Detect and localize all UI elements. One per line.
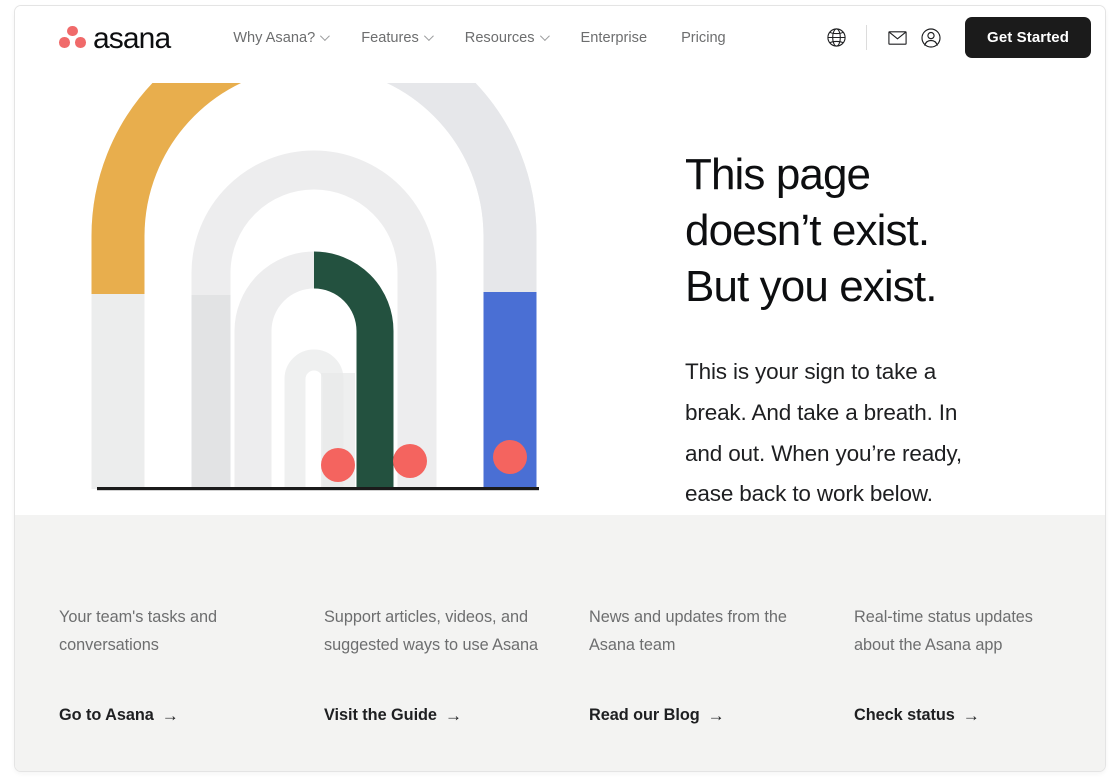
header-divider [866, 25, 868, 50]
arrow-right-icon: → [707, 706, 725, 726]
visit-the-guide-link[interactable]: Visit the Guide → [324, 706, 589, 725]
main-nav: Why Asana? Features Resources Enterprise… [216, 24, 742, 52]
site-header: asana Why Asana? Features Resources Ente… [15, 6, 1105, 69]
arrow-right-icon: → [962, 706, 980, 726]
nav-label: Enterprise [580, 29, 648, 46]
link-label: Check status [854, 706, 955, 725]
footer-description: Support articles, videos, and suggested … [324, 608, 539, 655]
nav-label: Pricing [681, 29, 726, 46]
footer-description: Real-time status updates about the Asana… [854, 608, 1033, 655]
baseline [97, 487, 539, 491]
check-status-link[interactable]: Check status → [854, 706, 1105, 726]
arches-svg [91, 83, 539, 491]
footer-column-blog: News and updates from the Asana team Rea… [589, 603, 854, 771]
hero-description: This is your sign to take a break. And t… [685, 358, 962, 507]
link-label: Read our Blog [589, 706, 700, 725]
arrow-right-icon: → [161, 706, 179, 726]
footer-column-asana: Your team's tasks and conversations Go t… [59, 603, 324, 771]
nav-label: Resources [464, 29, 535, 46]
resource-links-footer: Your team's tasks and conversations Go t… [15, 515, 1105, 771]
get-started-button[interactable]: Get Started [965, 17, 1091, 58]
globe-icon[interactable] [819, 21, 853, 55]
nav-item-pricing[interactable]: Pricing [664, 24, 743, 52]
hero-copy: This page doesn’t exist. But you exist. … [575, 69, 995, 515]
footer-column-guide: Support articles, videos, and suggested … [324, 603, 589, 771]
nested-arches-illustration [15, 69, 575, 515]
link-label: Go to Asana [59, 706, 154, 725]
footer-description: Your team's tasks and conversations [59, 608, 218, 655]
arrow-right-icon: → [444, 706, 462, 726]
nav-item-why-asana[interactable]: Why Asana? [216, 24, 344, 52]
red-dot [493, 440, 527, 474]
page-container: asana Why Asana? Features Resources Ente… [14, 5, 1106, 772]
chevron-down-icon [423, 31, 434, 42]
footer-description: News and updates from the Asana team [589, 608, 787, 655]
asana-three-dots-logo-icon [59, 25, 86, 50]
red-dot [321, 448, 355, 482]
link-label: Visit the Guide [324, 706, 437, 725]
nav-item-resources[interactable]: Resources [448, 24, 564, 52]
footer-column-status: Real-time status updates about the Asana… [854, 603, 1105, 771]
account-icon[interactable] [914, 21, 948, 55]
asana-wordmark: asana [93, 21, 171, 55]
header-actions: Get Started [819, 17, 1091, 58]
chevron-down-icon [539, 31, 550, 42]
nav-item-features[interactable]: Features [344, 24, 448, 52]
chevron-down-icon [320, 31, 331, 42]
nav-item-enterprise[interactable]: Enterprise [564, 24, 665, 52]
go-to-asana-link[interactable]: Go to Asana → [59, 706, 324, 725]
asana-logo[interactable]: asana [59, 21, 171, 55]
nav-label: Features [361, 29, 419, 46]
read-our-blog-link[interactable]: Read our Blog → [589, 706, 854, 725]
page-title: This page doesn’t exist. But you exist. [685, 150, 937, 311]
hero-section: This page doesn’t exist. But you exist. … [15, 69, 1105, 515]
red-dot [393, 444, 427, 478]
nav-label: Why Asana? [233, 29, 316, 46]
mail-icon[interactable] [880, 21, 914, 55]
arch-green [234, 251, 394, 489]
